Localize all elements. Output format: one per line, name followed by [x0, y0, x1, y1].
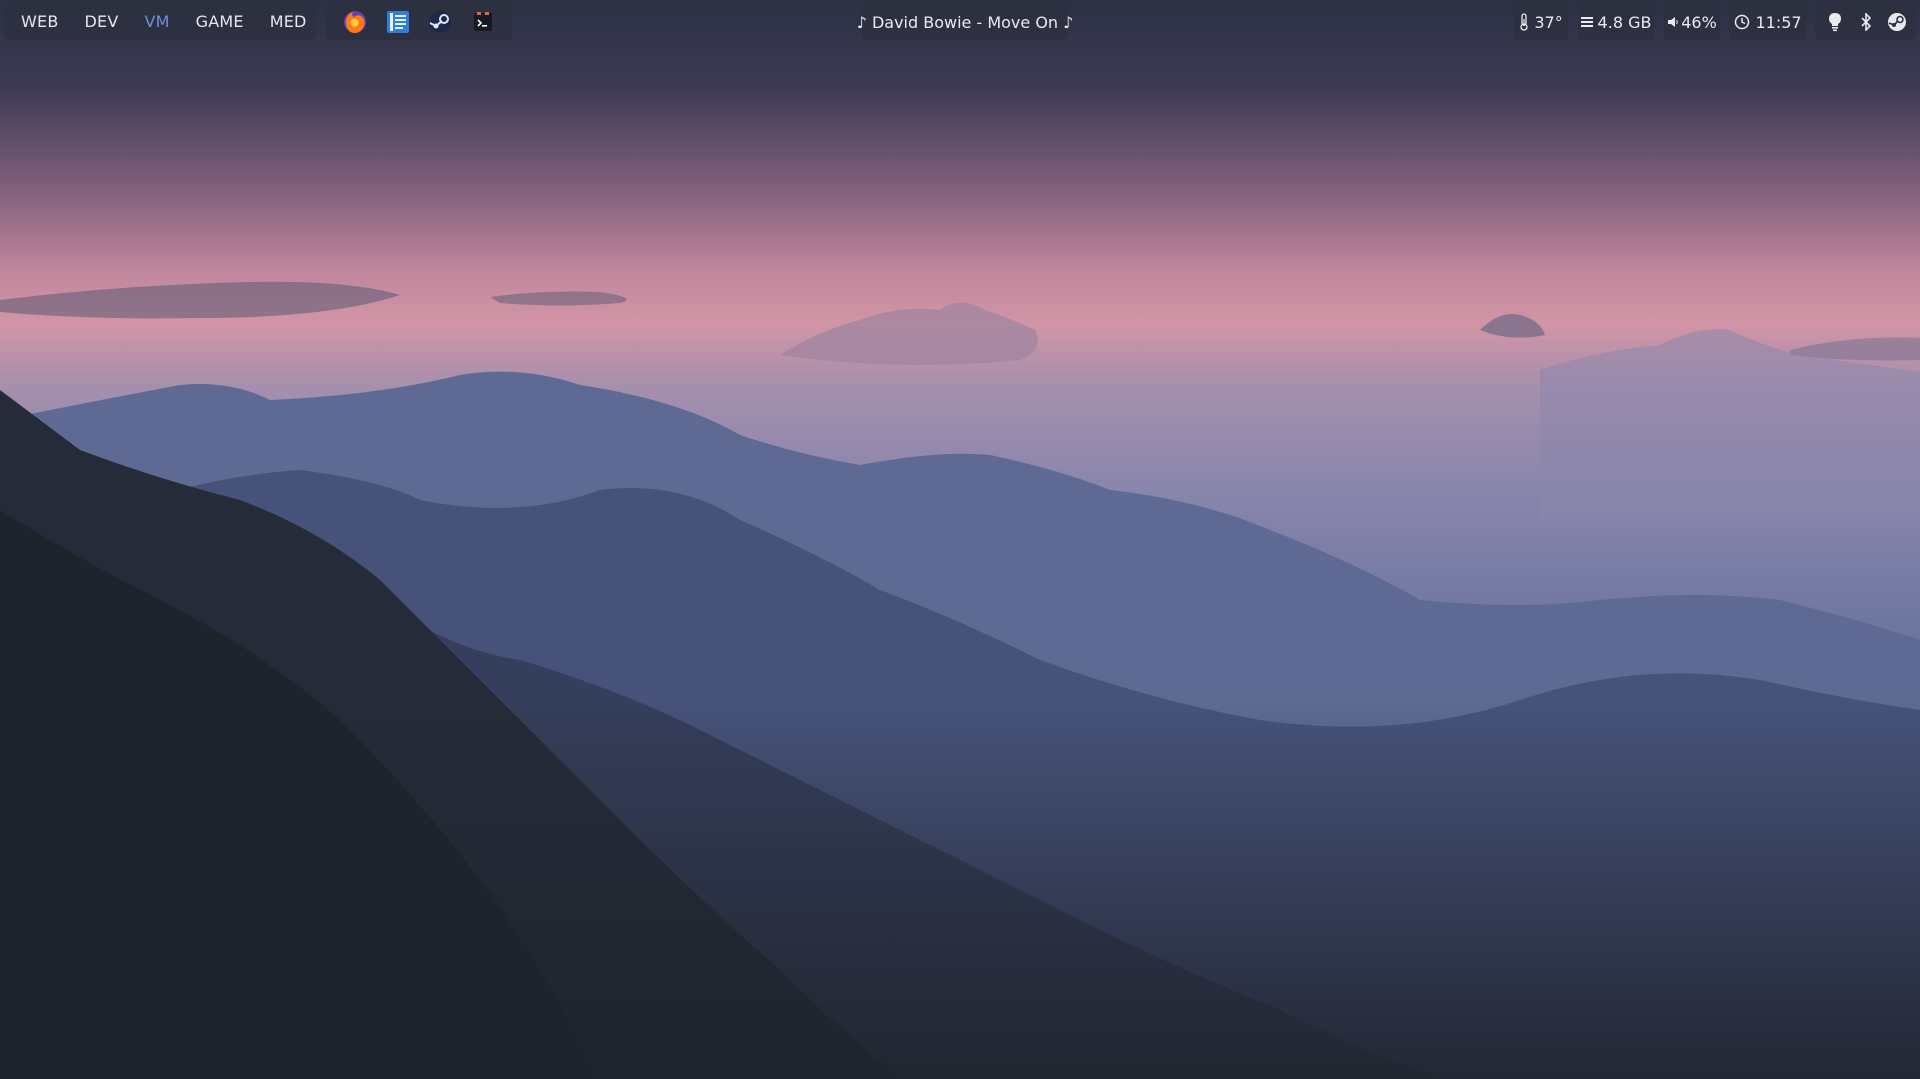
lightbulb-icon[interactable]: [1823, 10, 1847, 34]
volume-widget[interactable]: 46%: [1664, 4, 1720, 40]
workspace-vm[interactable]: VM: [134, 4, 181, 40]
app-launcher: [326, 4, 512, 40]
speaker-icon: [1667, 16, 1679, 28]
system-tray: [1815, 4, 1916, 40]
desktop: WEB DEV VM GAME MED ♪ David Bowie - Move…: [0, 0, 1920, 1079]
workspace-med[interactable]: MED: [259, 4, 318, 40]
thermometer-icon: [1519, 13, 1529, 31]
steam-icon[interactable]: [425, 7, 455, 37]
steam-tray-icon[interactable]: [1885, 10, 1909, 34]
memory-widget[interactable]: 4.8 GB: [1578, 4, 1654, 40]
workspace-web[interactable]: WEB: [10, 4, 70, 40]
volume-value: 46%: [1681, 12, 1717, 32]
clock-widget[interactable]: 11:57: [1729, 4, 1807, 40]
bluetooth-icon[interactable]: [1854, 10, 1878, 34]
temperature-value: 37°: [1534, 12, 1563, 32]
memory-value: 4.8 GB: [1597, 12, 1652, 32]
memory-icon: [1580, 16, 1593, 28]
workspace-dev[interactable]: DEV: [74, 4, 130, 40]
text-editor-icon[interactable]: [383, 7, 413, 37]
mountain-wallpaper: [0, 0, 1920, 1079]
now-playing-text: ♪ David Bowie - Move On ♪: [856, 12, 1074, 32]
top-bar: WEB DEV VM GAME MED ♪ David Bowie - Move…: [0, 0, 1920, 44]
now-playing-widget[interactable]: ♪ David Bowie - Move On ♪: [857, 4, 1073, 40]
workspace-switcher: WEB DEV VM GAME MED: [4, 4, 316, 40]
clock-icon: [1734, 14, 1750, 30]
terminal-icon[interactable]: [468, 7, 498, 37]
temperature-widget[interactable]: 37°: [1514, 4, 1568, 40]
clock-time: 11:57: [1755, 12, 1802, 32]
workspace-game[interactable]: GAME: [185, 4, 255, 40]
firefox-icon[interactable]: [340, 7, 370, 37]
